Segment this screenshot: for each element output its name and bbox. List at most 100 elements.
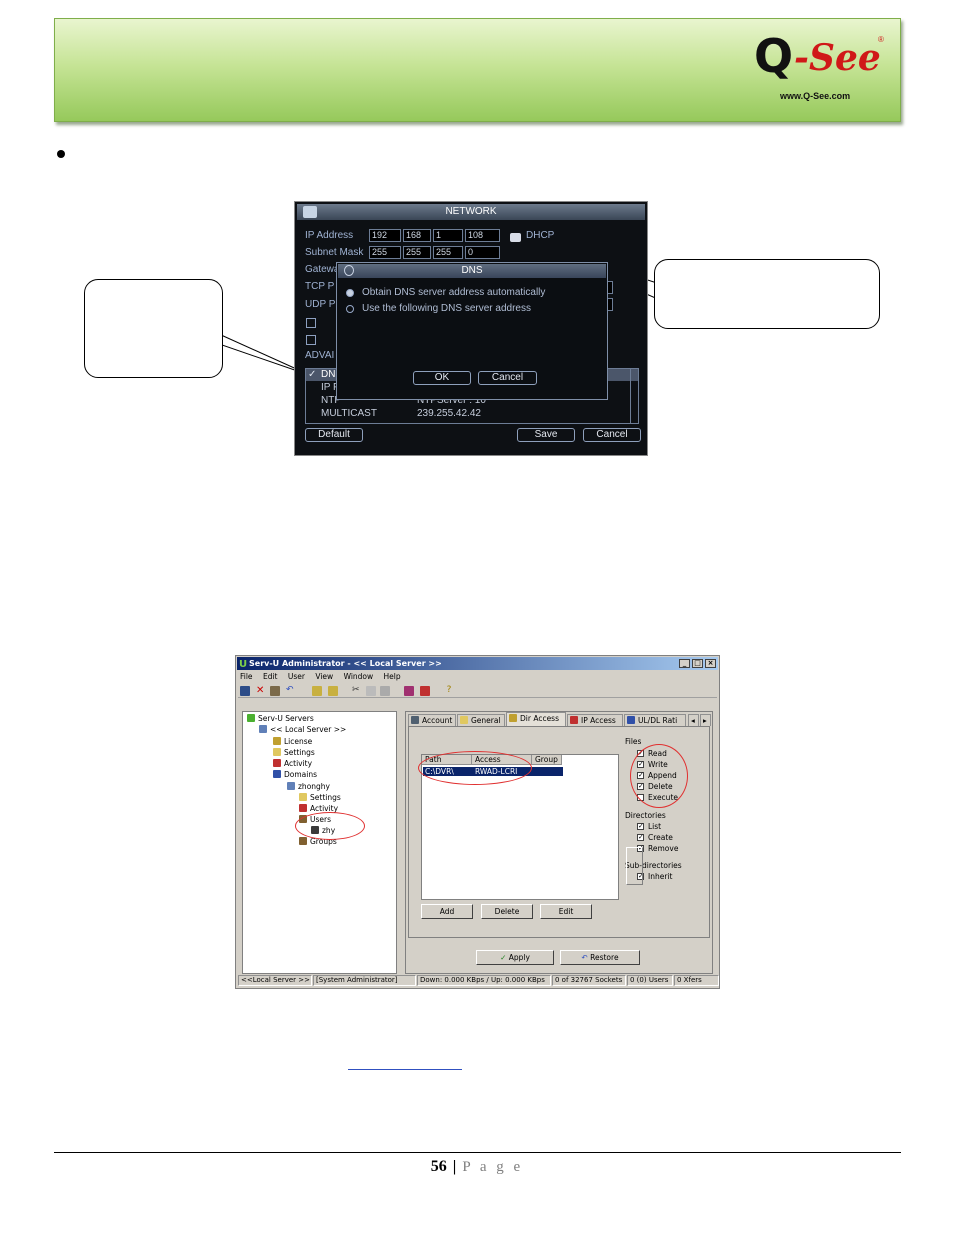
key-icon xyxy=(273,737,281,745)
restore-button[interactable]: ↶ Restore xyxy=(560,950,640,965)
ip-octet-3[interactable]: 1 xyxy=(433,229,463,242)
move-arrows[interactable] xyxy=(626,847,643,885)
network-title-bar: NETWORK xyxy=(297,204,645,220)
servu-tree-panel: Serv-U Servers << Local Server >> Licens… xyxy=(242,711,397,974)
cut-icon[interactable]: ✂ xyxy=(352,686,362,696)
tree-item-domain-zhonghy[interactable]: zhonghy xyxy=(287,782,330,791)
option-checkbox-2[interactable] xyxy=(306,335,316,345)
dir-list-checkbox[interactable]: ✓ List xyxy=(637,822,661,832)
edit-button[interactable]: Edit xyxy=(540,904,592,919)
subnet-mask-label: Subnet Mask xyxy=(305,247,364,258)
groups-icon xyxy=(299,837,307,845)
option-checkbox-1[interactable] xyxy=(306,318,316,328)
apply-check-icon: ✓ xyxy=(500,953,509,962)
dns-title: DNS xyxy=(461,265,483,276)
mask-octet-4[interactable]: 0 xyxy=(465,246,500,259)
cut-user-icon[interactable] xyxy=(270,686,280,696)
dir-remove-checkbox[interactable]: ✓ Remove xyxy=(637,844,678,854)
hyperlink-underline[interactable] xyxy=(348,1069,462,1070)
dns-manual-label: Use the following DNS server address xyxy=(362,303,531,314)
ip-octet-1[interactable]: 192 xyxy=(369,229,401,242)
undo-icon[interactable]: ↶ xyxy=(286,686,296,696)
dns-title-bar: DNS xyxy=(338,264,606,278)
tree-item-servers[interactable]: Serv-U Servers xyxy=(247,714,314,723)
apply-button[interactable]: ✓ Apply xyxy=(476,950,554,965)
page-number: 56 xyxy=(430,1158,447,1175)
status-server: <<Local Server >> xyxy=(238,975,312,986)
help-icon[interactable]: ? xyxy=(444,686,454,696)
close-icon[interactable]: × xyxy=(705,659,716,668)
advanced-label: ADVAI xyxy=(305,350,335,361)
ip-octet-2[interactable]: 168 xyxy=(403,229,431,242)
tab-scroll-left[interactable]: ◂ xyxy=(688,714,699,726)
tab-account[interactable]: Account xyxy=(408,714,456,726)
servu-menu-bar: File Edit User View Window Help xyxy=(240,672,409,682)
tab-ul-dl-ratio[interactable]: UL/DL Rati xyxy=(624,714,686,726)
tree-item-settings[interactable]: Settings xyxy=(273,748,315,757)
servu-toolbar: ✕ ↶ ✂ ? xyxy=(238,684,717,698)
menu-view[interactable]: View xyxy=(315,672,333,681)
files-highlight-circle xyxy=(630,744,688,808)
tab-dir-access[interactable]: Dir Access xyxy=(506,712,566,726)
menu-file[interactable]: File xyxy=(240,672,253,681)
dns-manual-radio[interactable] xyxy=(346,305,354,313)
dns-auto-label: Obtain DNS server address automatically xyxy=(362,287,546,298)
dns-ok-button[interactable]: OK xyxy=(413,371,471,385)
servu-title: Serv-U Administrator - << Local Server >… xyxy=(249,659,442,668)
minimize-icon[interactable]: _ xyxy=(679,659,690,668)
row-multicast-name[interactable]: MULTICAST xyxy=(321,408,377,419)
dns-dialog-icon xyxy=(344,265,354,276)
path-highlight-circle xyxy=(418,751,532,785)
tab-ip-access[interactable]: IP Access xyxy=(567,714,623,726)
menu-user[interactable]: User xyxy=(288,672,305,681)
tree-item-local-server[interactable]: << Local Server >> xyxy=(259,725,346,734)
dns-auto-radio[interactable] xyxy=(346,289,354,297)
dir-create-checkbox[interactable]: ✓ Create xyxy=(637,833,673,843)
menu-window[interactable]: Window xyxy=(344,672,374,681)
tab-scroll-right[interactable]: ▸ xyxy=(700,714,711,726)
menu-edit[interactable]: Edit xyxy=(263,672,278,681)
domains-icon xyxy=(273,770,281,778)
tree-item-activity[interactable]: Activity xyxy=(273,759,312,768)
mask-octet-2[interactable]: 255 xyxy=(403,246,431,259)
ip-access-icon xyxy=(570,716,578,724)
mask-octet-1[interactable]: 255 xyxy=(369,246,401,259)
status-sockets: 0 of 32767 Sockets xyxy=(552,975,626,986)
page-footer: 56 | P a g e xyxy=(0,1158,954,1176)
open-folder-icon[interactable] xyxy=(328,686,338,696)
users-highlight-circle xyxy=(295,812,365,840)
files-label: Files xyxy=(625,737,642,746)
dhcp-checkbox[interactable] xyxy=(510,233,521,242)
servu-dir-access-pane: Account General Dir Access IP Access UL/… xyxy=(405,711,713,974)
page-word: P a g e xyxy=(462,1159,524,1175)
column-group[interactable]: Group xyxy=(532,755,562,765)
save-button[interactable]: Save xyxy=(517,428,575,442)
book-icon[interactable] xyxy=(404,686,414,696)
row-dns-name[interactable]: DN xyxy=(321,369,335,380)
dns-cancel-button[interactable]: Cancel xyxy=(478,371,537,385)
tree-item-domains[interactable]: Domains xyxy=(273,770,317,779)
ip-octet-4[interactable]: 108 xyxy=(465,229,500,242)
directories-label: Directories xyxy=(625,811,666,820)
mask-octet-3[interactable]: 255 xyxy=(433,246,463,259)
tree-item-license[interactable]: License xyxy=(273,737,312,746)
maximize-icon[interactable]: □ xyxy=(692,659,703,668)
stop-icon[interactable] xyxy=(420,686,430,696)
delete-button[interactable]: Delete xyxy=(481,904,533,919)
computer-icon xyxy=(287,782,295,790)
paste-icon[interactable] xyxy=(380,686,390,696)
delete-icon[interactable]: ✕ xyxy=(256,686,266,696)
left-callout xyxy=(84,279,223,378)
tab-general[interactable]: General xyxy=(457,714,505,726)
save-icon[interactable] xyxy=(240,686,250,696)
list-scrollbar[interactable] xyxy=(630,369,638,423)
up-folder-icon[interactable] xyxy=(312,686,322,696)
copy-icon[interactable] xyxy=(366,686,376,696)
dir-access-table: Path Access Group C:\DVR\ RWAD-LCRI xyxy=(418,751,619,900)
add-button[interactable]: Add xyxy=(421,904,473,919)
default-button[interactable]: Default xyxy=(305,428,363,442)
tree-item-domain-settings[interactable]: Settings xyxy=(299,793,341,802)
cancel-button[interactable]: Cancel xyxy=(583,428,641,442)
network-icon xyxy=(303,206,317,218)
menu-help[interactable]: Help xyxy=(384,672,401,681)
